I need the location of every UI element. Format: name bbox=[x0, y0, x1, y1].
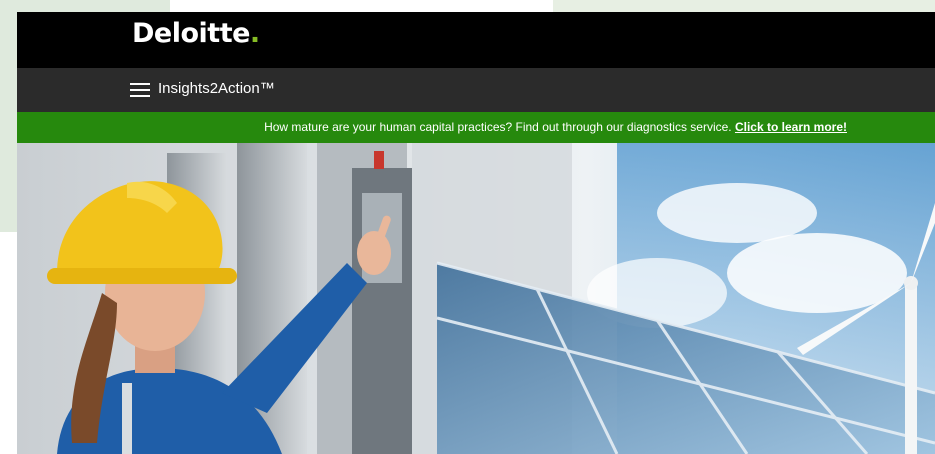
hero-illustration bbox=[47, 143, 935, 454]
hero-image bbox=[17, 143, 935, 454]
learn-more-link[interactable]: Click to learn more! bbox=[735, 120, 847, 134]
warning-label bbox=[374, 151, 384, 169]
logo-dot: . bbox=[249, 18, 260, 49]
navigation-bar: Insights2Action™ bbox=[17, 68, 935, 112]
banner-message-text: How mature are your human capital practi… bbox=[264, 120, 735, 134]
nav-title[interactable]: Insights2Action™ bbox=[158, 80, 275, 97]
banner-message: How mature are your human capital practi… bbox=[264, 120, 847, 134]
page-frame: Deloitte. Insights2Action™ How mature ar… bbox=[17, 12, 935, 454]
cloud bbox=[657, 183, 817, 243]
promo-banner: How mature are your human capital practi… bbox=[17, 112, 935, 143]
top-header-bar: Deloitte. bbox=[17, 12, 935, 68]
deloitte-logo[interactable]: Deloitte. bbox=[132, 18, 260, 49]
logo-text: Deloitte bbox=[132, 18, 250, 49]
hamburger-menu-icon[interactable] bbox=[130, 82, 150, 98]
